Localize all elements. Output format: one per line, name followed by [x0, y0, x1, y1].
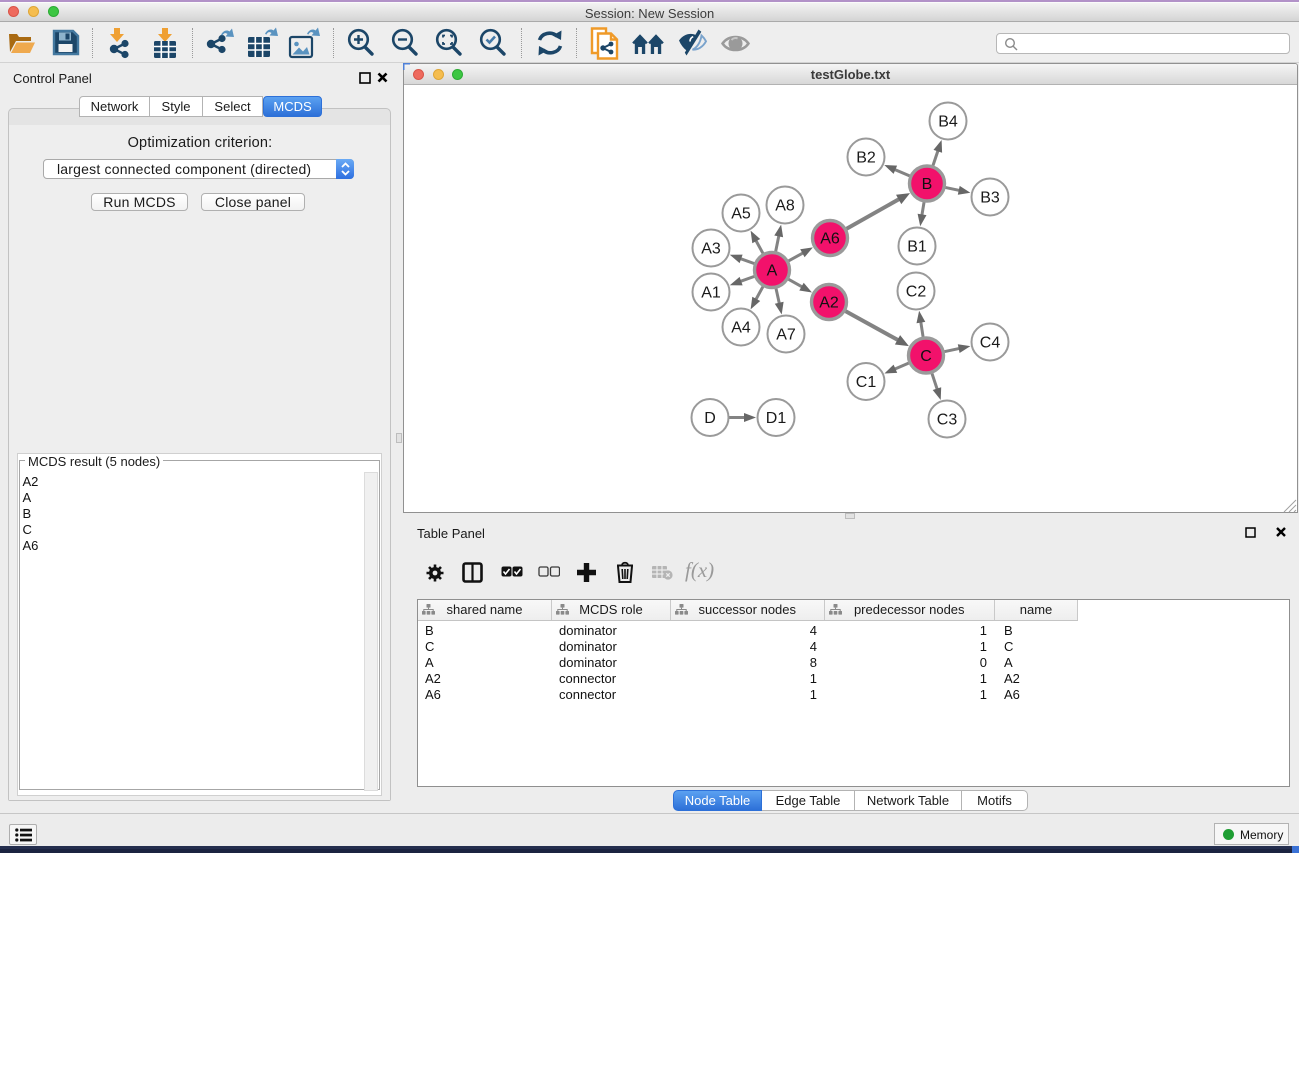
- svg-text:B4: B4: [938, 114, 958, 131]
- svg-text:A8: A8: [775, 198, 795, 215]
- svg-text:B1: B1: [907, 239, 927, 256]
- svg-text:D: D: [704, 410, 716, 427]
- svg-text:A5: A5: [731, 206, 751, 223]
- svg-text:C4: C4: [980, 335, 1001, 352]
- svg-text:C2: C2: [906, 284, 927, 301]
- svg-text:C3: C3: [937, 412, 958, 429]
- svg-text:A: A: [767, 263, 778, 280]
- svg-text:B3: B3: [980, 190, 1000, 207]
- svg-text:A7: A7: [776, 327, 796, 344]
- svg-text:C1: C1: [856, 374, 877, 391]
- svg-text:A4: A4: [731, 320, 751, 337]
- svg-text:A2: A2: [819, 295, 839, 312]
- svg-text:B2: B2: [856, 150, 876, 167]
- svg-text:C: C: [920, 348, 932, 365]
- svg-text:B: B: [922, 176, 933, 193]
- svg-text:D1: D1: [766, 410, 787, 427]
- svg-text:A6: A6: [820, 231, 840, 248]
- svg-text:A3: A3: [701, 241, 721, 258]
- svg-text:A1: A1: [701, 285, 721, 302]
